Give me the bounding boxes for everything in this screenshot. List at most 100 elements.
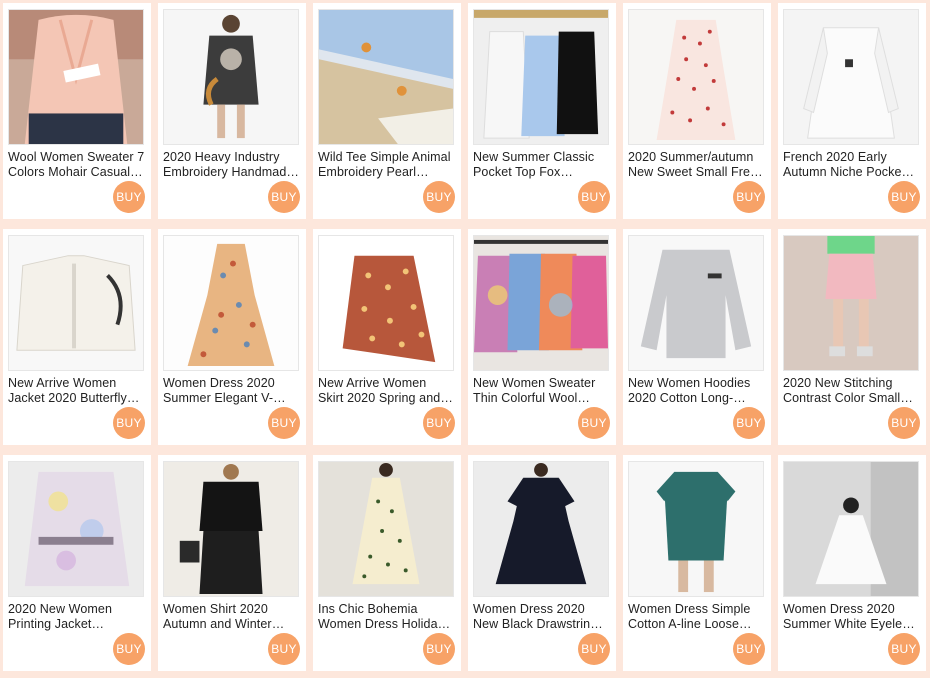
product-title[interactable]: Women Dress 2020 Summer Elegant V-… — [163, 376, 301, 406]
buy-button[interactable]: BUY — [423, 181, 455, 213]
product-image[interactable] — [628, 235, 764, 371]
product-title[interactable]: 2020 Heavy Industry Embroidery Handmad… — [163, 150, 301, 180]
product-title[interactable]: Women Shirt 2020 Autumn and Winter… — [163, 602, 301, 632]
buy-button[interactable]: BUY — [888, 181, 920, 213]
product-title-line2: Summer Elegant V-… — [163, 391, 286, 405]
buy-button[interactable]: BUY — [113, 181, 145, 213]
product-grid: Wool Women Sweater 7 Colors Mohair Casua… — [0, 0, 930, 678]
buy-button[interactable]: BUY — [578, 407, 610, 439]
buy-button[interactable]: BUY — [733, 633, 765, 665]
product-image[interactable] — [318, 235, 454, 371]
product-title-line1: Ins Chic Bohemia — [318, 602, 418, 616]
product-image[interactable] — [8, 9, 144, 145]
product-title-line1: New Women Sweater — [473, 376, 596, 390]
product-title-line2: Jacket 2020 Butterfly… — [8, 391, 140, 405]
buy-button[interactable]: BUY — [113, 633, 145, 665]
product-card[interactable]: 2020 New Stitching Contrast Color Small…… — [778, 229, 926, 445]
product-title[interactable]: New Arrive Women Skirt 2020 Spring and… — [318, 376, 456, 406]
product-image[interactable] — [628, 9, 764, 145]
product-title[interactable]: 2020 New Women Printing Jacket… — [8, 602, 146, 632]
product-title-line1: Women Dress 2020 — [163, 376, 275, 390]
product-title-line2: Summer White Eyele… — [783, 617, 915, 631]
product-title-line2: Cotton A-line Loose… — [628, 617, 752, 631]
product-title[interactable]: New Women Hoodies 2020 Cotton Long-… — [628, 376, 766, 406]
buy-button[interactable]: BUY — [578, 633, 610, 665]
product-title[interactable]: Women Dress 2020 Summer White Eyele… — [783, 602, 921, 632]
product-image[interactable] — [318, 9, 454, 145]
buy-button[interactable]: BUY — [423, 407, 455, 439]
product-photo — [629, 462, 763, 596]
product-image[interactable] — [783, 9, 919, 145]
product-title-line2: Contrast Color Small… — [783, 391, 913, 405]
product-card[interactable]: French 2020 Early Autumn Niche Pocke… BU… — [778, 3, 926, 219]
buy-button[interactable]: BUY — [888, 407, 920, 439]
product-card[interactable]: Women Dress Simple Cotton A-line Loose… … — [623, 455, 771, 671]
product-title[interactable]: 2020 Summer/autumn New Sweet Small Fre… — [628, 150, 766, 180]
product-title-line1: French 2020 Early — [783, 150, 887, 164]
product-title-line1: Wild Tee Simple Animal — [318, 150, 451, 164]
product-title[interactable]: 2020 New Stitching Contrast Color Small… — [783, 376, 921, 406]
product-photo — [319, 10, 453, 144]
product-title[interactable]: New Arrive Women Jacket 2020 Butterfly… — [8, 376, 146, 406]
buy-button[interactable]: BUY — [888, 633, 920, 665]
buy-button[interactable]: BUY — [268, 407, 300, 439]
product-card[interactable]: 2020 Heavy Industry Embroidery Handmad… … — [158, 3, 306, 219]
product-card[interactable]: Wild Tee Simple Animal Embroidery Pearl…… — [313, 3, 461, 219]
product-photo — [9, 236, 143, 370]
product-photo — [784, 236, 918, 370]
product-card[interactable]: 2020 New Women Printing Jacket… BUY — [3, 455, 151, 671]
product-image[interactable] — [163, 235, 299, 371]
buy-button[interactable]: BUY — [268, 633, 300, 665]
product-title-line1: New Arrive Women — [318, 376, 427, 390]
product-image[interactable] — [318, 461, 454, 597]
product-title[interactable]: Women Dress 2020 New Black Drawstrin… — [473, 602, 611, 632]
product-card[interactable]: Women Dress 2020 New Black Drawstrin… BU… — [468, 455, 616, 671]
product-card[interactable]: Women Dress 2020 Summer Elegant V-… BUY — [158, 229, 306, 445]
product-image[interactable] — [473, 235, 609, 371]
product-photo — [474, 462, 608, 596]
product-image[interactable] — [628, 461, 764, 597]
product-image[interactable] — [783, 461, 919, 597]
product-title-line2: Thin Colorful Wool… — [473, 391, 590, 405]
buy-button[interactable]: BUY — [733, 407, 765, 439]
buy-button[interactable]: BUY — [733, 181, 765, 213]
product-title[interactable]: Women Dress Simple Cotton A-line Loose… — [628, 602, 766, 632]
product-card[interactable]: New Arrive Women Jacket 2020 Butterfly… … — [3, 229, 151, 445]
product-title[interactable]: Ins Chic Bohemia Women Dress Holida… — [318, 602, 456, 632]
buy-button[interactable]: BUY — [578, 181, 610, 213]
product-title-line2: New Black Drawstrin… — [473, 617, 603, 631]
product-card[interactable]: New Women Sweater Thin Colorful Wool… BU… — [468, 229, 616, 445]
product-title[interactable]: Wool Women Sweater 7 Colors Mohair Casua… — [8, 150, 146, 180]
product-title[interactable]: Wild Tee Simple Animal Embroidery Pearl… — [318, 150, 456, 180]
product-card[interactable]: 2020 Summer/autumn New Sweet Small Fre… … — [623, 3, 771, 219]
product-image[interactable] — [8, 461, 144, 597]
product-card[interactable]: Women Shirt 2020 Autumn and Winter… BUY — [158, 455, 306, 671]
buy-button[interactable]: BUY — [268, 181, 300, 213]
product-card[interactable]: New Women Hoodies 2020 Cotton Long-… BUY — [623, 229, 771, 445]
product-card[interactable]: New Arrive Women Skirt 2020 Spring and… … — [313, 229, 461, 445]
product-title-line2: 2020 Cotton Long-… — [628, 391, 746, 405]
product-image[interactable] — [163, 461, 299, 597]
buy-button[interactable]: BUY — [113, 407, 145, 439]
product-card[interactable]: Ins Chic Bohemia Women Dress Holida… BUY — [313, 455, 461, 671]
product-image[interactable] — [163, 9, 299, 145]
product-title-line2: Embroidery Handmad… — [163, 165, 299, 179]
product-image[interactable] — [473, 461, 609, 597]
product-photo — [474, 10, 608, 144]
product-title-line1: Women Dress 2020 — [783, 602, 895, 616]
product-image[interactable] — [8, 235, 144, 371]
product-card[interactable]: Women Dress 2020 Summer White Eyele… BUY — [778, 455, 926, 671]
product-photo — [474, 236, 608, 370]
buy-button[interactable]: BUY — [423, 633, 455, 665]
product-image[interactable] — [473, 9, 609, 145]
product-title[interactable]: New Women Sweater Thin Colorful Wool… — [473, 376, 611, 406]
product-photo — [629, 10, 763, 144]
product-card[interactable]: Wool Women Sweater 7 Colors Mohair Casua… — [3, 3, 151, 219]
product-image[interactable] — [783, 235, 919, 371]
product-title[interactable]: French 2020 Early Autumn Niche Pocke… — [783, 150, 921, 180]
product-photo — [164, 10, 298, 144]
product-card[interactable]: New Summer Classic Pocket Top Fox… BUY — [468, 3, 616, 219]
product-photo — [629, 236, 763, 370]
product-title[interactable]: New Summer Classic Pocket Top Fox… — [473, 150, 611, 180]
product-photo — [164, 462, 298, 596]
